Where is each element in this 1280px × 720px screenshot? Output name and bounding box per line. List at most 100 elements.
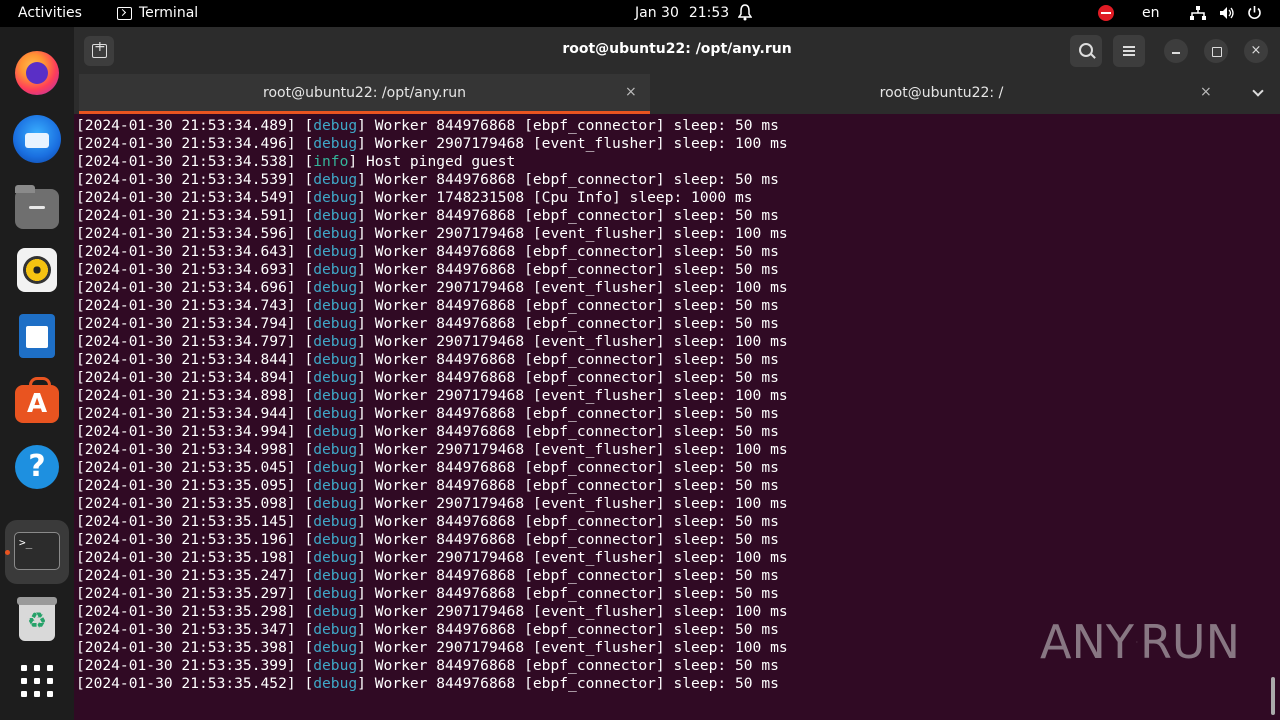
dock: A ? >_ ♻ — [0, 27, 74, 720]
power-icon[interactable] — [1247, 5, 1262, 20]
close-window-button[interactable]: × — [1244, 39, 1268, 63]
log-message: Worker 844976868 [ebpf_connector] sleep:… — [374, 171, 779, 188]
firefox-icon[interactable] — [15, 51, 59, 95]
log-line: [2024-01-30 21:53:34.696] [debug] Worker… — [76, 279, 788, 296]
log-timestamp: [2024-01-30 21:53:34.844] — [76, 351, 296, 368]
files-icon[interactable] — [15, 185, 59, 229]
log-line: [2024-01-30 21:53:35.196] [debug] Worker… — [76, 531, 779, 548]
tab-label: root@ubuntu22: / — [879, 85, 1004, 101]
log-level: debug — [313, 657, 358, 674]
thunderbird-icon[interactable] — [13, 115, 61, 163]
show-apps-icon[interactable] — [19, 663, 55, 699]
log-message: Worker 2907179468 [event_flusher] sleep:… — [374, 333, 788, 350]
log-message: Worker 844976868 [ebpf_connector] sleep:… — [374, 405, 779, 422]
log-timestamp: [2024-01-30 21:53:35.145] — [76, 513, 296, 530]
terminal-app-icon: >_ — [14, 532, 60, 570]
log-level: debug — [313, 531, 358, 548]
chevron-down-icon[interactable] — [1252, 85, 1264, 97]
log-line: [2024-01-30 21:53:35.145] [debug] Worker… — [76, 513, 779, 530]
log-level: debug — [313, 207, 358, 224]
log-level: debug — [313, 441, 358, 458]
log-message: Worker 844976868 [ebpf_connector] sleep:… — [374, 531, 779, 548]
log-message: Worker 2907179468 [event_flusher] sleep:… — [374, 549, 788, 566]
log-message: Worker 2907179468 [event_flusher] sleep:… — [374, 279, 788, 296]
log-timestamp: [2024-01-30 21:53:34.596] — [76, 225, 296, 242]
terminal-output[interactable]: [2024-01-30 21:53:34.489] [debug] Worker… — [76, 117, 1266, 693]
menu-button[interactable] — [1113, 35, 1145, 67]
tab-close-button[interactable]: × — [1200, 84, 1212, 100]
tab-close-button[interactable]: × — [625, 84, 637, 100]
log-timestamp: [2024-01-30 21:53:35.398] — [76, 639, 296, 656]
maximize-button[interactable] — [1204, 39, 1228, 63]
log-level: debug — [313, 675, 358, 692]
running-indicator — [5, 550, 10, 555]
log-level: debug — [313, 351, 358, 368]
header-bar: root@ubuntu22: /opt/any.run × — [74, 27, 1280, 74]
log-message: Worker 844976868 [ebpf_connector] sleep:… — [374, 261, 779, 278]
log-timestamp: [2024-01-30 21:53:34.549] — [76, 189, 296, 206]
rhythmbox-icon[interactable] — [17, 248, 57, 292]
log-line: [2024-01-30 21:53:35.045] [debug] Worker… — [76, 459, 779, 476]
log-timestamp: [2024-01-30 21:53:34.743] — [76, 297, 296, 314]
log-timestamp: [2024-01-30 21:53:34.696] — [76, 279, 296, 296]
log-line: [2024-01-30 21:53:34.596] [debug] Worker… — [76, 225, 788, 242]
log-level: debug — [313, 171, 358, 188]
log-timestamp: [2024-01-30 21:53:34.591] — [76, 207, 296, 224]
log-timestamp: [2024-01-30 21:53:34.994] — [76, 423, 296, 440]
do-not-disturb-icon[interactable] — [1098, 5, 1114, 21]
log-level: debug — [313, 405, 358, 422]
log-timestamp: [2024-01-30 21:53:35.297] — [76, 585, 296, 602]
log-timestamp: [2024-01-30 21:53:35.298] — [76, 603, 296, 620]
log-line: [2024-01-30 21:53:34.693] [debug] Worker… — [76, 261, 779, 278]
log-message: Worker 844976868 [ebpf_connector] sleep:… — [374, 657, 779, 674]
log-timestamp: [2024-01-30 21:53:35.247] — [76, 567, 296, 584]
log-level: debug — [313, 585, 358, 602]
activities-button[interactable]: Activities — [18, 5, 82, 21]
log-level: debug — [313, 603, 358, 620]
language-indicator[interactable]: en — [1142, 5, 1160, 21]
clock-time: 21:53 — [688, 5, 730, 21]
log-level: debug — [313, 369, 358, 386]
log-message: Host pinged guest — [365, 153, 516, 170]
log-timestamp: [2024-01-30 21:53:34.998] — [76, 441, 296, 458]
tab-root[interactable]: root@ubuntu22: / × — [650, 74, 1233, 114]
network-icon[interactable] — [1190, 6, 1206, 20]
log-line: [2024-01-30 21:53:34.489] [debug] Worker… — [76, 117, 779, 134]
log-timestamp: [2024-01-30 21:53:35.098] — [76, 495, 296, 512]
log-line: [2024-01-30 21:53:35.095] [debug] Worker… — [76, 477, 779, 494]
dock-item-terminal[interactable]: >_ — [5, 520, 69, 584]
log-message: Worker 844976868 [ebpf_connector] sleep:… — [374, 351, 779, 368]
clock[interactable]: Jan 30 21:53 — [635, 5, 729, 21]
trash-icon[interactable]: ♻ — [17, 597, 57, 641]
tab-any-run[interactable]: root@ubuntu22: /opt/any.run × — [79, 74, 650, 114]
log-level: debug — [313, 225, 358, 242]
log-line: [2024-01-30 21:53:34.591] [debug] Worker… — [76, 207, 779, 224]
log-message: Worker 844976868 [ebpf_connector] sleep:… — [374, 675, 779, 692]
log-line: [2024-01-30 21:53:35.198] [debug] Worker… — [76, 549, 788, 566]
libreoffice-writer-icon[interactable] — [19, 314, 55, 358]
search-button[interactable] — [1070, 35, 1102, 67]
log-line: [2024-01-30 21:53:34.538] [info] Host pi… — [76, 153, 516, 170]
log-line: [2024-01-30 21:53:34.944] [debug] Worker… — [76, 405, 779, 422]
help-icon[interactable]: ? — [15, 445, 59, 489]
minimize-button[interactable] — [1164, 39, 1188, 63]
log-timestamp: [2024-01-30 21:53:34.489] — [76, 117, 296, 134]
log-line: [2024-01-30 21:53:35.098] [debug] Worker… — [76, 495, 788, 512]
log-message: Worker 844976868 [ebpf_connector] sleep:… — [374, 315, 779, 332]
watermark-right: RUN — [1139, 615, 1240, 669]
app-menu[interactable]: Terminal — [117, 5, 198, 21]
log-line: [2024-01-30 21:53:34.898] [debug] Worker… — [76, 387, 788, 404]
log-timestamp: [2024-01-30 21:53:35.452] — [76, 675, 296, 692]
log-level: debug — [313, 279, 358, 296]
log-level: debug — [313, 513, 358, 530]
scrollbar[interactable] — [1271, 677, 1275, 715]
log-message: Worker 2907179468 [event_flusher] sleep:… — [374, 225, 788, 242]
log-message: Worker 2907179468 [event_flusher] sleep:… — [374, 603, 788, 620]
log-timestamp: [2024-01-30 21:53:34.794] — [76, 315, 296, 332]
volume-icon[interactable] — [1219, 6, 1235, 20]
log-message: Worker 2907179468 [event_flusher] sleep:… — [374, 135, 788, 152]
log-line: [2024-01-30 21:53:34.643] [debug] Worker… — [76, 243, 779, 260]
app-center-icon[interactable]: A — [15, 377, 59, 423]
log-timestamp: [2024-01-30 21:53:34.898] — [76, 387, 296, 404]
log-level: debug — [313, 387, 358, 404]
